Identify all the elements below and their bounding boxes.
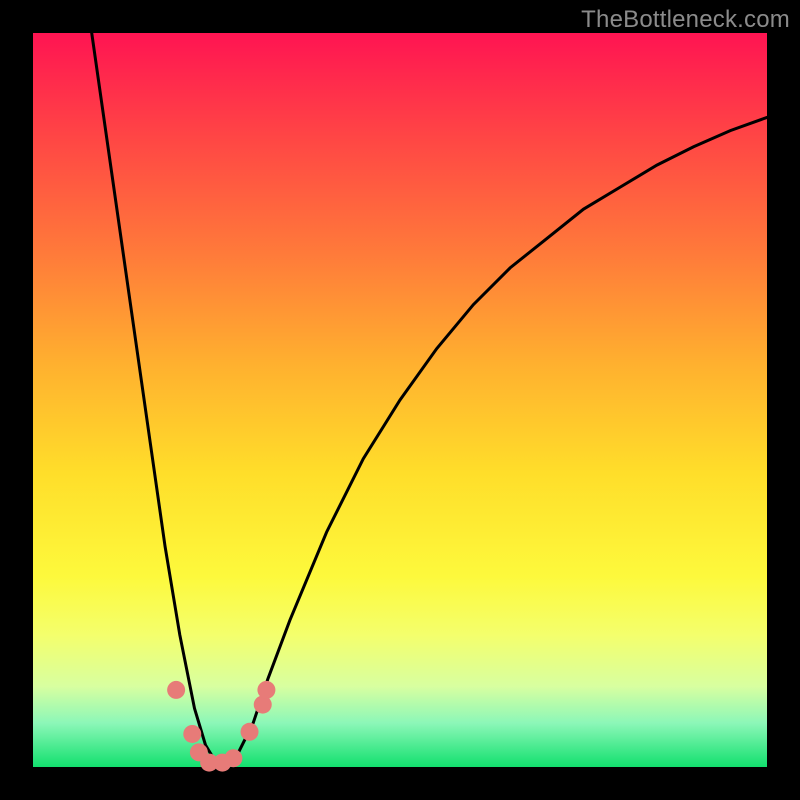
data-marker [224, 749, 242, 767]
data-marker [241, 723, 259, 741]
chart-frame: TheBottleneck.com [0, 0, 800, 800]
chart-markers [167, 681, 275, 772]
data-marker [257, 681, 275, 699]
watermark-text: TheBottleneck.com [581, 6, 790, 34]
chart-plot-area [33, 33, 767, 767]
chart-svg [33, 33, 767, 767]
data-marker [183, 725, 201, 743]
bottleneck-curve [92, 33, 767, 763]
chart-curve-group [92, 33, 767, 763]
data-marker [167, 681, 185, 699]
